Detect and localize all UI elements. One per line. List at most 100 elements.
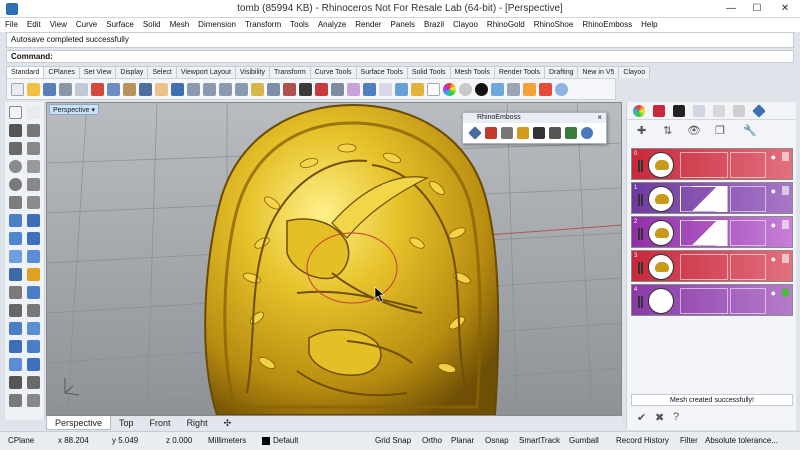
toggle-record-history[interactable]: Record History [616, 436, 669, 445]
close-button[interactable]: ✕ [772, 1, 798, 17]
toggle-gumball[interactable]: Gumball [569, 436, 599, 445]
shade-icon[interactable] [299, 83, 312, 96]
boolean-icon[interactable] [27, 268, 40, 281]
emboss-text-icon[interactable] [533, 127, 545, 139]
tab-clayoo[interactable]: Clayoo [618, 66, 651, 78]
emboss-diamond-icon[interactable] [468, 126, 482, 140]
menu-curve[interactable]: Curve [71, 18, 101, 29]
menu-panels[interactable]: Panels [386, 18, 419, 29]
settings-wrench-icon[interactable]: 🔧 [743, 124, 757, 137]
absolute-tolerance[interactable]: Absolute tolerance... [705, 436, 778, 445]
layer-delete-icon[interactable] [782, 254, 789, 263]
dimension-tool-icon[interactable] [27, 322, 40, 335]
maximize-button[interactable]: ☐ [744, 1, 770, 17]
panel-close-icon[interactable]: × [597, 113, 602, 123]
move-icon[interactable] [9, 340, 22, 353]
layer-mask-box[interactable] [680, 288, 728, 314]
select-icon[interactable] [251, 83, 264, 96]
layer-delete-icon[interactable] [782, 186, 789, 195]
layers-icon[interactable] [411, 83, 424, 96]
tab-drafting[interactable]: Drafting [543, 66, 579, 78]
network-surface-icon[interactable] [27, 250, 40, 263]
rotate-view-icon[interactable] [171, 83, 184, 96]
cancel-x-icon[interactable]: ✖ [655, 411, 664, 424]
tab-transform[interactable]: Transform [269, 66, 311, 78]
properties-icon[interactable] [347, 83, 360, 96]
drag-handle-icon[interactable] [638, 228, 640, 240]
text-tool-icon[interactable] [9, 322, 22, 335]
cplane-label[interactable]: CPlane [8, 436, 34, 445]
tab-render-tools[interactable]: Render Tools [493, 66, 545, 78]
layer-shape-box[interactable] [730, 220, 766, 246]
drag-handle-icon[interactable] [638, 160, 640, 172]
layer-eye-icon[interactable]: ● [771, 220, 776, 230]
emboss-grid-icon[interactable] [501, 127, 513, 139]
car-render-icon[interactable] [315, 83, 328, 96]
zoom-extents-icon[interactable] [219, 83, 232, 96]
zoom-selected-icon[interactable] [235, 83, 248, 96]
view-tab-right[interactable]: Right [179, 416, 216, 430]
trim-icon[interactable] [27, 304, 40, 317]
polyline-icon[interactable] [9, 124, 22, 137]
menu-analyze[interactable]: Analyze [313, 18, 350, 29]
tab-curve-tools[interactable]: Curve Tools [309, 66, 357, 78]
cut-icon[interactable] [91, 83, 104, 96]
layer-thumbnail[interactable] [648, 152, 674, 178]
tab-mesh-tools[interactable]: Mesh Tools [449, 66, 495, 78]
zoom-window-icon[interactable] [203, 83, 216, 96]
tab-display[interactable]: Display [115, 66, 149, 78]
cplane-icon[interactable] [283, 83, 296, 96]
environment-icon[interactable] [491, 83, 504, 96]
save-icon[interactable] [43, 83, 56, 96]
open-file-icon[interactable] [27, 83, 40, 96]
menu-edit[interactable]: Edit [22, 18, 45, 29]
render-preview-icon[interactable] [523, 83, 536, 96]
layer-mask-box[interactable] [680, 220, 728, 246]
offset-icon[interactable] [27, 196, 40, 209]
layer-thumbnail[interactable] [648, 186, 674, 212]
layer-add-green-icon[interactable] [782, 288, 789, 297]
toggle-filter[interactable]: Filter [680, 436, 698, 445]
box-icon[interactable] [9, 268, 22, 281]
menu-rhinoemboss[interactable]: RhinoEmboss [577, 18, 636, 29]
paste-icon[interactable] [123, 83, 136, 96]
menu-file[interactable]: File [0, 18, 22, 29]
view-tab-top[interactable]: Top [111, 416, 142, 430]
layer-delete-icon[interactable] [782, 220, 789, 229]
view-tab-perspective[interactable]: Perspective [46, 416, 112, 430]
layer-eye-icon[interactable]: ● [771, 186, 776, 196]
explode-icon[interactable] [27, 286, 40, 299]
sweep-icon[interactable] [27, 232, 40, 245]
curvature-icon[interactable] [27, 394, 40, 407]
menu-mesh[interactable]: Mesh [165, 18, 194, 29]
units-label[interactable]: Millimeters [208, 436, 246, 445]
import-icon[interactable] [75, 83, 88, 96]
emboss-refresh-icon[interactable] [565, 127, 577, 139]
lock-icon[interactable] [363, 83, 376, 96]
emboss-pen-icon[interactable] [517, 127, 529, 139]
tab-select[interactable]: Select [147, 66, 177, 78]
tab-cplanes[interactable]: CPlanes [43, 66, 80, 78]
layer-shape-box[interactable] [730, 254, 766, 280]
help-icon[interactable] [555, 83, 568, 96]
rhinoemboss-header[interactable]: RhinoEmboss [463, 113, 606, 123]
point-icon[interactable] [27, 106, 40, 119]
toggle-planar[interactable]: Planar [451, 436, 474, 445]
menu-clayoo[interactable]: Clayoo [448, 18, 482, 29]
color-panel-icon[interactable] [633, 105, 645, 117]
layer-thumbnail[interactable] [648, 220, 674, 246]
tab-new-in-v5[interactable]: New in V5 [577, 66, 620, 78]
drag-handle-icon[interactable] [638, 194, 640, 206]
tab-set-view[interactable]: Set View [78, 66, 117, 78]
layer-eye-icon[interactable]: ● [771, 288, 776, 298]
toggle-ortho[interactable]: Ortho [422, 436, 442, 445]
layer-row[interactable]: 3 ● [631, 250, 793, 282]
tab-solid-tools[interactable]: Solid Tools [406, 66, 451, 78]
emboss-curve-icon[interactable] [485, 127, 497, 139]
hide-icon[interactable] [379, 83, 392, 96]
circle-icon[interactable] [9, 160, 22, 173]
layer-row[interactable]: 2 ● [631, 216, 793, 248]
toggle-smarttrack[interactable]: SmartTrack [519, 436, 560, 445]
brush-panel-icon[interactable] [733, 105, 745, 117]
layer-row[interactable]: 0 ● [631, 148, 793, 180]
